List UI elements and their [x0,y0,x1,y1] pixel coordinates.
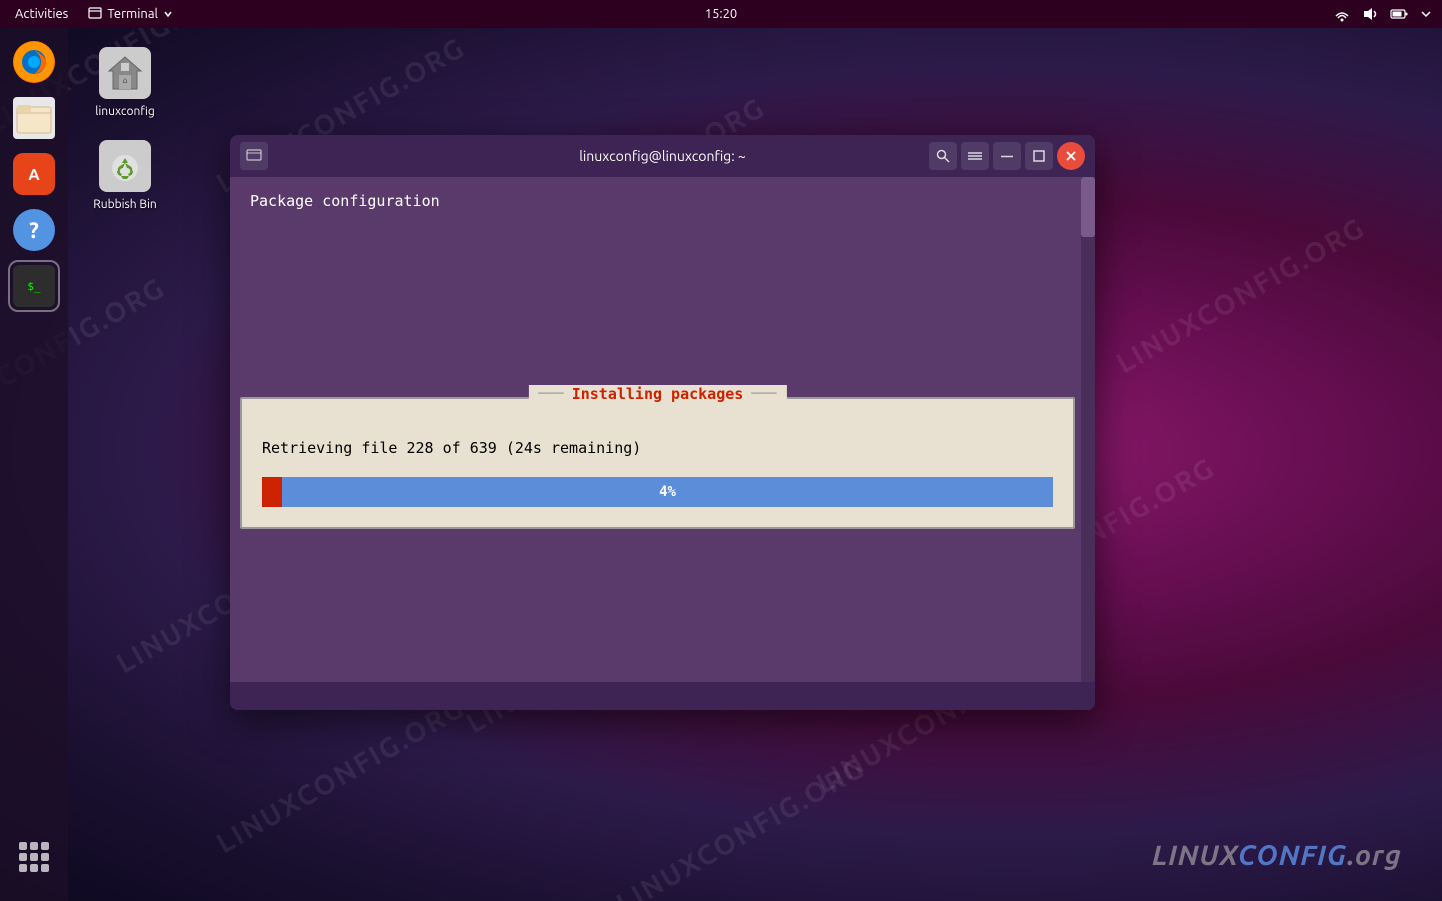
progress-bar-container: 4% [262,477,1053,507]
install-dialog-title: Installing packages [572,385,744,403]
package-config-text: Package configuration [250,192,1075,210]
retrieving-text: Retrieving file 228 of 639 (24s remainin… [262,439,1053,457]
install-dialog: ─── Installing packages ─── Retrieving f… [240,397,1075,529]
terminal-bottom-bar [230,682,1095,710]
progress-red-indicator [262,477,282,507]
dock-item-help[interactable]: ? [10,206,58,254]
svg-text:A: A [28,166,40,184]
terminal-window: linuxconfig@linuxconfig: ~ [230,135,1095,710]
terminal-titlebar: linuxconfig@linuxconfig: ~ [230,135,1095,177]
titlebar-title: linuxconfig@linuxconfig: ~ [579,148,746,164]
dock: A ? $_ [0,28,68,901]
rubbish-bin-label: Rubbish Bin [93,198,156,211]
top-panel: Activities Terminal 15:20 [0,0,1442,28]
terminal-dock-icon: $_ [13,265,55,307]
desktop: LINUXCONFIG.ORG LINUXCONFIG.ORG LINUXCON… [0,0,1442,901]
lc-wm-config-text: CONFIG [1238,840,1347,871]
linuxconfig-icon: ⌂ [99,47,151,99]
panel-right [1334,6,1432,22]
activities-button[interactable]: Activities [10,7,73,21]
titlebar-menu-button[interactable] [240,142,268,170]
install-dialog-titlebar: ─── Installing packages ─── [528,385,786,403]
battery-icon[interactable] [1390,7,1408,21]
dock-item-terminal[interactable]: $_ [10,262,58,310]
dock-item-app-center[interactable]: A [10,150,58,198]
app-grid-icon [19,842,49,872]
watermark-14: LINUXCONFIG.ORG [611,752,870,901]
terminal-window-icon [88,7,102,21]
panel-left: Activities Terminal [10,7,173,21]
maximize-button[interactable] [1025,142,1053,170]
help-icon: ? [13,209,55,251]
dock-item-files[interactable] [10,94,58,142]
volume-icon[interactable] [1362,6,1378,22]
titlebar-right-controls [929,142,1085,170]
menu-button[interactable] [961,142,989,170]
watermark-5: LINUXCONFIG.ORG [1111,212,1370,380]
terminal-indicator[interactable]: Terminal [88,7,173,21]
svg-text:⌂: ⌂ [122,76,127,85]
system-menu-icon[interactable] [1420,9,1432,19]
network-icon[interactable] [1334,6,1350,22]
lc-wm-linux-text: LINUX [1152,840,1238,871]
search-button[interactable] [929,142,957,170]
files-icon [13,97,55,139]
lc-watermark: LINUXCONFIG.org [1152,840,1402,871]
lc-wm-org-text: .org [1347,840,1402,871]
desktop-icon-rubbish-bin[interactable]: Rubbish Bin [80,133,170,216]
watermark-13: LINUXCONFIG.ORG [211,692,470,860]
titlebar-left-controls [240,142,268,170]
firefox-icon [13,41,55,83]
scrollbar-thumb[interactable] [1081,177,1095,237]
progress-bar: 4% [282,477,1053,507]
app-center-icon: A [13,153,55,195]
linuxconfig-label: linuxconfig [95,105,155,118]
progress-percent-text: 4% [659,484,676,500]
desktop-icon-linuxconfig[interactable]: ⌂ linuxconfig [80,40,170,123]
panel-clock: 15:20 [705,7,738,21]
show-applications-button[interactable] [0,833,68,881]
close-button[interactable] [1057,142,1085,170]
terminal-scrollbar[interactable] [1081,177,1095,682]
dock-item-firefox[interactable] [10,38,58,86]
chevron-down-icon [163,9,173,19]
terminal-body[interactable]: Package configuration ─── Installing pac… [230,177,1095,682]
desktop-icons: ⌂ linuxconfig [80,40,170,216]
minimize-button[interactable] [993,142,1021,170]
terminal-label: Terminal [107,7,158,21]
rubbish-bin-icon [99,140,151,192]
